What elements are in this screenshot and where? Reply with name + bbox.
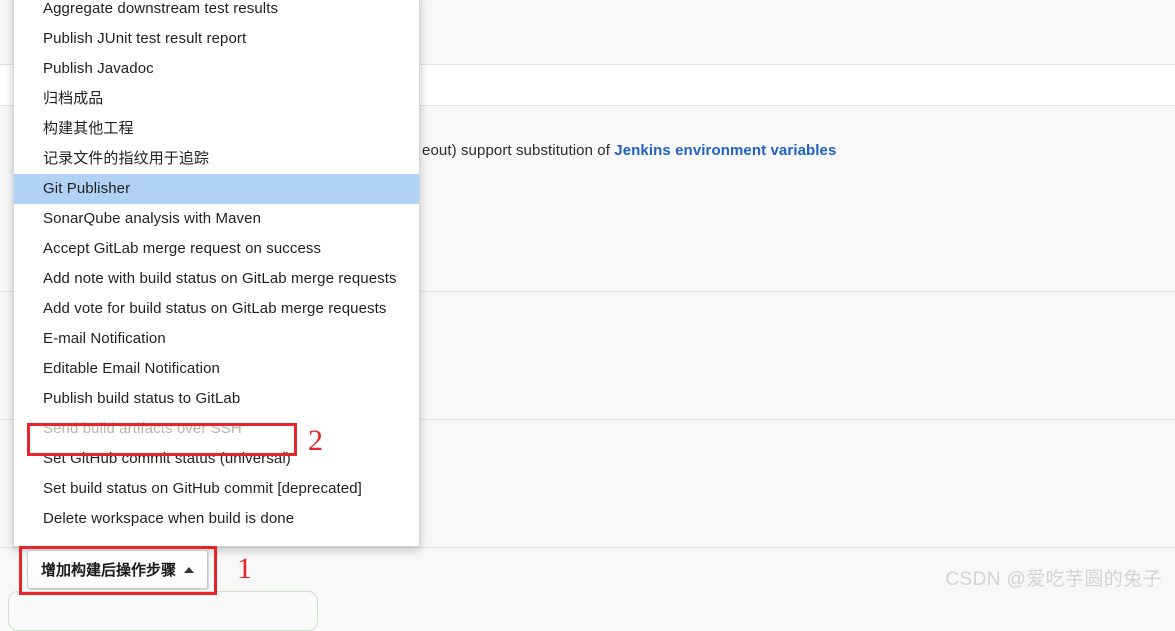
csdn-watermark: CSDN @爱吃芋圆的兔子: [945, 569, 1162, 590]
menu-item-editable-email-notification[interactable]: Editable Email Notification: [14, 354, 419, 384]
menu-item-aggregate-downstream-test-results[interactable]: Aggregate downstream test results: [14, 0, 419, 24]
menu-item-set-github-commit-status-universal[interactable]: Set GitHub commit status (universal): [14, 444, 419, 474]
post-build-actions-dropdown[interactable]: Aggregate downstream test results Publis…: [13, 0, 420, 547]
menu-item-add-note-with-build-status-gitlab[interactable]: Add note with build status on GitLab mer…: [14, 264, 419, 294]
menu-item-delete-workspace-when-build-is-done[interactable]: Delete workspace when build is done: [14, 504, 419, 534]
annotation-number-2: 2: [308, 424, 323, 457]
menu-item-email-notification[interactable]: E-mail Notification: [14, 324, 419, 354]
help-description: eout) support substitution of Jenkins en…: [422, 142, 836, 159]
menu-item-publish-build-status-to-gitlab[interactable]: Publish build status to GitLab: [14, 384, 419, 414]
help-description-text: eout) support substitution of: [422, 142, 615, 159]
config-divider: [0, 547, 1175, 548]
menu-item-send-build-artifacts-over-ssh[interactable]: Send build artifacts over SSH: [14, 414, 419, 444]
menu-item-record-fingerprints[interactable]: 记录文件的指纹用于追踪: [14, 144, 419, 174]
menu-item-publish-javadoc[interactable]: Publish Javadoc: [14, 54, 419, 84]
dropdown-menu-list: Aggregate downstream test results Publis…: [14, 0, 419, 534]
menu-item-publish-junit-test-result-report[interactable]: Publish JUnit test result report: [14, 24, 419, 54]
menu-item-git-publisher[interactable]: Git Publisher: [14, 174, 419, 204]
form-section-outline: [8, 591, 318, 631]
add-post-build-step-button[interactable]: 增加构建后操作步骤: [27, 550, 208, 589]
annotation-number-1: 1: [237, 552, 252, 585]
add-post-build-step-label: 增加构建后操作步骤: [40, 562, 176, 579]
menu-item-set-build-status-on-github-commit[interactable]: Set build status on GitHub commit [depre…: [14, 474, 419, 504]
menu-item-add-vote-for-build-status-gitlab[interactable]: Add vote for build status on GitLab merg…: [14, 294, 419, 324]
menu-item-build-other-projects[interactable]: 构建其他工程: [14, 114, 419, 144]
menu-item-archive-artifacts[interactable]: 归档成品: [14, 84, 419, 114]
menu-item-accept-gitlab-merge-request-on-success[interactable]: Accept GitLab merge request on success: [14, 234, 419, 264]
jenkins-environment-variables-link[interactable]: Jenkins environment variables: [614, 142, 836, 159]
menu-item-sonarqube-analysis-with-maven[interactable]: SonarQube analysis with Maven: [14, 204, 419, 234]
chevron-up-icon: [184, 566, 194, 573]
